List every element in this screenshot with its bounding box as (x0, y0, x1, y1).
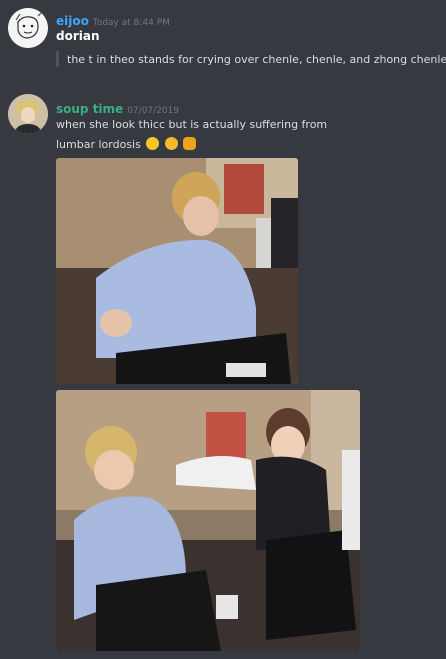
image-attachment-2[interactable] (56, 390, 360, 651)
avatar-soup-time[interactable] (8, 94, 48, 134)
message-text-line-1: when she look thicc but is actually suff… (56, 118, 328, 131)
image-attachment-1[interactable] (56, 158, 298, 384)
laughing-tongue-emoji (146, 137, 160, 150)
timestamp: 07/07/2019 (127, 106, 180, 116)
message-header: soup time 07/07/2019 (56, 98, 179, 117)
username[interactable]: eijoo (56, 14, 89, 28)
pensive-emoji (164, 137, 178, 150)
message-text: dorian (56, 29, 100, 43)
message-eijoo: eijoo Today at 8:44 PM dorian the t in th… (0, 0, 446, 80)
message-text-line-2: lumbar lordosis (56, 137, 197, 151)
username[interactable]: soup time (56, 102, 123, 116)
fist-bump-emoji (183, 137, 197, 150)
message-header: eijoo Today at 8:44 PM (56, 10, 170, 29)
message-text-line-2-text: lumbar lordosis (56, 138, 141, 151)
message-soup-time: soup time 07/07/2019 when she look thicc … (0, 88, 446, 659)
timestamp: Today at 8:44 PM (92, 18, 170, 28)
avatar-eijoo[interactable] (8, 8, 48, 48)
quote-text: the t in theo stands for crying over che… (67, 53, 446, 66)
quote-bar (56, 51, 59, 67)
